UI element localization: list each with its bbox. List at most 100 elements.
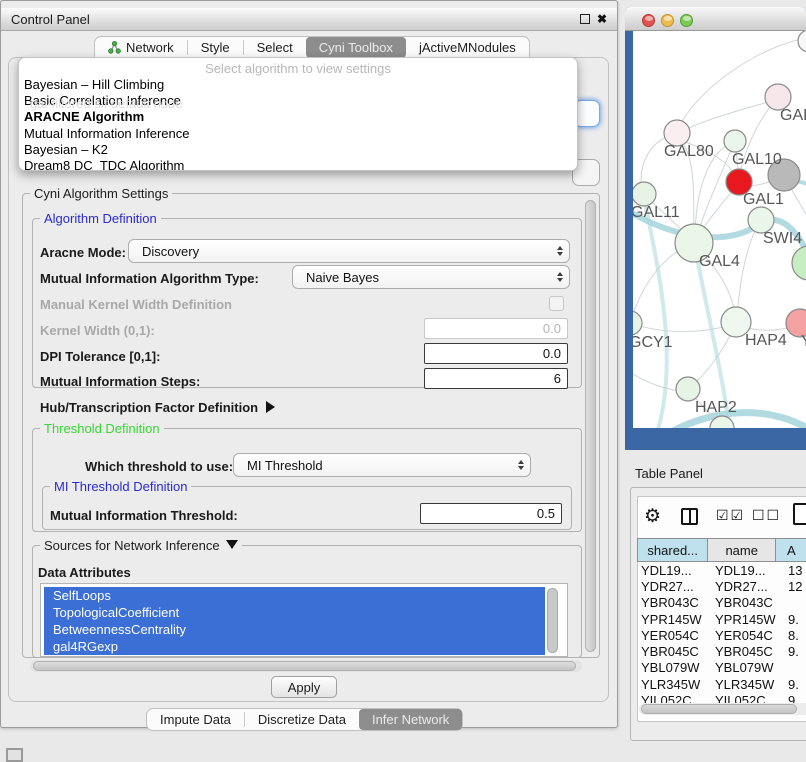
table-cell: YBL079W bbox=[637, 660, 711, 675]
column-layout-icon[interactable] bbox=[681, 508, 698, 525]
network-node[interactable] bbox=[798, 31, 806, 52]
collapsed-arrow-icon bbox=[266, 401, 275, 413]
data-attributes-label: Data Attributes bbox=[38, 565, 131, 580]
table-row[interactable]: YBR043CYBR043C bbox=[637, 595, 806, 611]
algorithm-option[interactable]: Basic Correlation Inference bbox=[19, 93, 577, 109]
algorithm-option[interactable]: Bayesian – K2 bbox=[19, 142, 577, 158]
algorithm-option[interactable]: Mutual Information Inference bbox=[19, 126, 577, 142]
kernel-width-label: Kernel Width (0,1): bbox=[40, 323, 155, 338]
table-body[interactable]: YDL19...YDL19...13YDR27...YDR27...12YBR0… bbox=[637, 562, 806, 703]
mi-threshold-label: Mutual Information Threshold: bbox=[50, 508, 238, 523]
network-node-label: GAL10 bbox=[732, 151, 782, 168]
algorithm-dropdown-list: Select algorithm to view settings Bayesi… bbox=[18, 57, 578, 171]
close-traffic-light-icon[interactable] bbox=[642, 14, 655, 27]
network-node[interactable] bbox=[792, 246, 806, 280]
mi-algorithm-type-combo[interactable]: Naive Bayes bbox=[292, 265, 570, 289]
sources-legend-label: Sources for Network Inference bbox=[44, 538, 220, 553]
tab-network[interactable]: Network bbox=[95, 37, 187, 58]
network-node-gal10[interactable] bbox=[724, 130, 746, 152]
algorithm-definition-legend: Algorithm Definition bbox=[40, 211, 161, 226]
table-cell: YLR345W bbox=[711, 677, 781, 692]
tab-discretize-data[interactable]: Discretize Data bbox=[245, 709, 359, 730]
sources-legend[interactable]: Sources for Network Inference bbox=[40, 538, 242, 553]
table-cell: YDR27... bbox=[637, 579, 711, 594]
tab-impute-data[interactable]: Impute Data bbox=[147, 709, 244, 730]
table-row[interactable]: YDR27...YDR27...12 bbox=[637, 578, 806, 594]
table-cell: YIL052C bbox=[637, 693, 711, 703]
gear-icon[interactable]: ⚙ bbox=[644, 505, 661, 528]
manual-kernel-width-checkbox[interactable] bbox=[549, 296, 564, 311]
close-icon[interactable]: ✖ bbox=[597, 14, 607, 24]
table-row[interactable]: YER054CYER054C8. bbox=[637, 627, 806, 643]
network-node-label: GAL80 bbox=[664, 143, 714, 160]
aracne-mode-value: Discovery bbox=[142, 244, 557, 259]
table-cell: YIL052C bbox=[711, 693, 781, 703]
network-node-label: GAL1 bbox=[743, 191, 784, 208]
network-node-label: HAP2 bbox=[695, 399, 737, 416]
attribute-list-item[interactable]: gal4RGexp bbox=[44, 638, 545, 655]
table-row[interactable]: YBL079WYBL079W bbox=[637, 660, 806, 676]
network-node-hap2[interactable] bbox=[676, 377, 700, 401]
tab-cyni-toolbox[interactable]: Cyni Toolbox bbox=[306, 37, 406, 58]
table-row[interactable]: YPR145WYPR145W9. bbox=[637, 611, 806, 627]
network-canvas[interactable]: GALGAL80GAL10GAL1GAL11SWI4GAL4GCY1HAP4YH… bbox=[633, 31, 806, 428]
minimize-traffic-light-icon[interactable] bbox=[661, 14, 674, 27]
table-row[interactable]: YIL052CYIL052C9 bbox=[637, 692, 806, 703]
attribute-list-item[interactable]: TopologicalCoefficient bbox=[44, 604, 545, 621]
table-row[interactable]: YBR045CYBR045C9. bbox=[637, 643, 806, 659]
dpi-tolerance-field[interactable] bbox=[424, 343, 568, 364]
tab-label: jActiveMNodules bbox=[419, 40, 516, 55]
zoom-traffic-light-icon[interactable] bbox=[680, 14, 693, 27]
aracne-mode-label: Aracne Mode: bbox=[40, 245, 126, 260]
algorithm-option[interactable]: ARACNE Algorithm bbox=[19, 109, 577, 125]
kernel-width-field bbox=[424, 318, 568, 339]
table-cell: 8. bbox=[781, 628, 806, 643]
tab-label: Cyni Toolbox bbox=[319, 40, 393, 55]
hub-definition-toggle[interactable]: Hub/Transcription Factor Definition bbox=[40, 400, 275, 415]
algorithm-option[interactable]: Dream8 DC_TDC Algorithm bbox=[19, 158, 577, 171]
deselect-all-checkboxes-icon[interactable]: ☐☐ bbox=[752, 507, 781, 524]
column-header-name[interactable]: name bbox=[708, 538, 776, 562]
combo-arrows-icon bbox=[557, 272, 563, 282]
tab-style[interactable]: Style bbox=[188, 37, 243, 58]
mi-threshold-field[interactable] bbox=[420, 503, 562, 524]
network-window-titlebar[interactable] bbox=[625, 7, 806, 31]
cyni-mode-tab-bar: Impute DataDiscretize DataInfer Network bbox=[146, 708, 463, 731]
table-horizontal-scrollbar-thumb[interactable] bbox=[641, 704, 797, 714]
expanded-arrow-icon bbox=[226, 540, 238, 549]
network-node-gcy1[interactable] bbox=[633, 311, 642, 335]
algorithm-dropdown-hint: Select algorithm to view settings bbox=[19, 58, 577, 77]
export-table-icon[interactable] bbox=[793, 503, 806, 525]
attribute-list-item[interactable]: SelfLoops bbox=[44, 587, 545, 604]
network-node-gal11[interactable] bbox=[633, 182, 656, 206]
attributes-list-scrollbar-thumb[interactable] bbox=[547, 588, 558, 653]
attribute-list-item[interactable]: BetweennessCentrality bbox=[44, 621, 545, 638]
tab-select[interactable]: Select bbox=[244, 37, 306, 58]
data-attributes-list[interactable]: SelfLoopsTopologicalCoefficientBetweenne… bbox=[40, 583, 568, 657]
tab-label: Select bbox=[257, 40, 293, 55]
control-panel-tab-bar: NetworkStyle Select Cyni Toolbox jActiveMNo… bbox=[94, 36, 530, 58]
tab-jactivemnodules[interactable]: jActiveMNodules bbox=[406, 37, 529, 58]
network-node-label: GCY1 bbox=[633, 334, 673, 351]
column-header-shared-name[interactable]: shared... bbox=[637, 538, 708, 562]
table-cell: 9. bbox=[781, 644, 806, 659]
apply-button[interactable]: Apply bbox=[271, 676, 337, 698]
table-cell: 9. bbox=[781, 677, 806, 692]
float-window-icon[interactable] bbox=[580, 14, 590, 24]
settings-horizontal-scrollbar-thumb[interactable] bbox=[33, 661, 576, 671]
mi-steps-field[interactable] bbox=[424, 368, 568, 389]
tab-infer-network[interactable]: Infer Network bbox=[359, 709, 462, 730]
column-header-partial[interactable]: A bbox=[776, 538, 806, 562]
table-row[interactable]: YDL19...YDL19...13 bbox=[637, 562, 806, 578]
aracne-mode-combo[interactable]: Discovery bbox=[128, 239, 570, 263]
manual-kernel-width-label: Manual Kernel Width Definition bbox=[40, 297, 232, 312]
mi-algorithm-type-label: Mutual Information Algorithm Type: bbox=[40, 271, 259, 286]
select-all-checkboxes-icon[interactable]: ☑☑ bbox=[716, 507, 745, 524]
combo-arrows-icon bbox=[518, 460, 524, 470]
which-threshold-combo[interactable]: MI Threshold bbox=[233, 453, 531, 477]
algorithm-option[interactable]: Bayesian – Hill Climbing bbox=[19, 77, 577, 93]
control-panel-title: Control Panel bbox=[11, 12, 90, 27]
table-row[interactable]: YLR345WYLR345W9. bbox=[637, 676, 806, 692]
minimized-panel-icon[interactable] bbox=[6, 748, 23, 762]
settings-vertical-scrollbar-thumb[interactable] bbox=[585, 200, 596, 652]
